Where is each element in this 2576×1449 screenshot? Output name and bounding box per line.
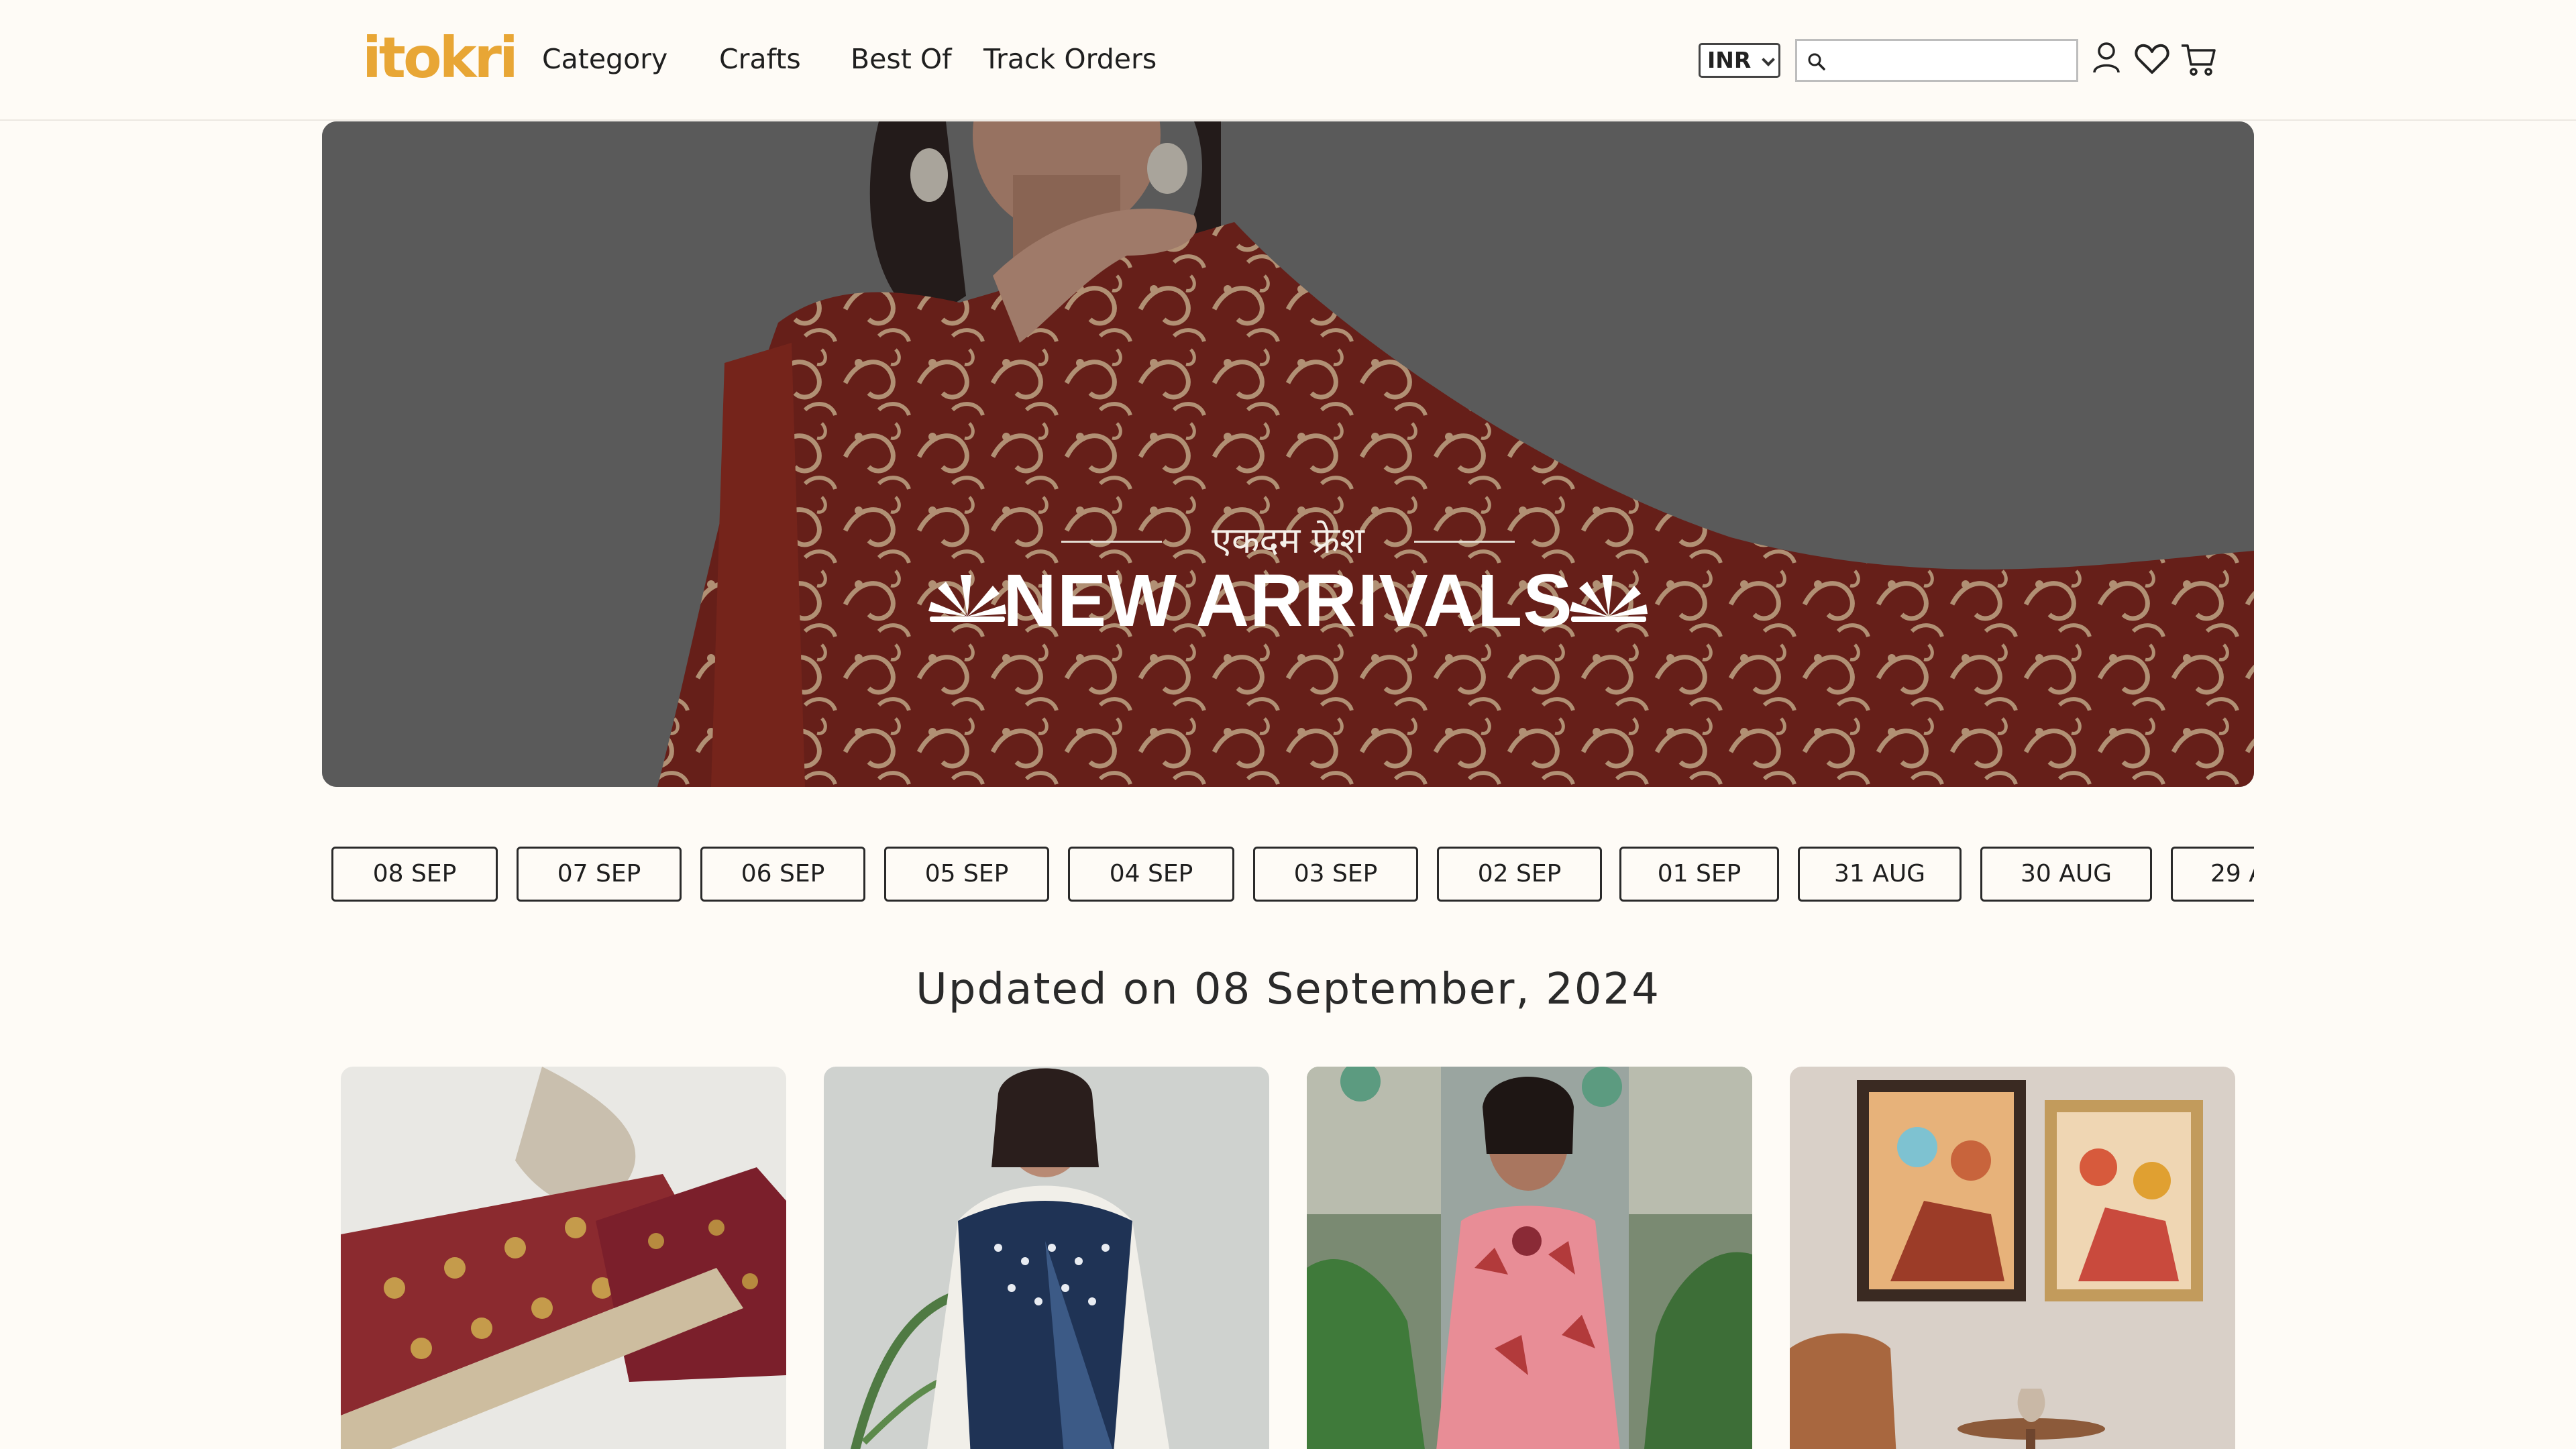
hero-subtitle: एकदम फ्रेश — [1212, 519, 1364, 561]
date-chip[interactable]: 01 SEP — [1619, 847, 1779, 902]
chevron-down-icon — [1762, 53, 1775, 66]
currency-value: INR — [1707, 47, 1752, 73]
product-card[interactable] — [1790, 1067, 2235, 1449]
search-input[interactable] — [1832, 45, 2074, 77]
date-chip[interactable]: 29 AUG — [2171, 847, 2254, 902]
currency-select[interactable]: INR — [1699, 43, 1780, 78]
cart-icon[interactable] — [2179, 39, 2219, 79]
date-chip[interactable]: 30 AUG — [1980, 847, 2152, 902]
product-card[interactable] — [1307, 1067, 1752, 1449]
date-filter-strip[interactable]: 08 SEP 07 SEP 06 SEP 05 SEP 04 SEP 03 SE… — [322, 845, 2254, 903]
date-chip[interactable]: 02 SEP — [1437, 847, 1602, 902]
nav-crafts[interactable]: Crafts — [719, 39, 801, 79]
date-chip[interactable]: 31 AUG — [1798, 847, 1962, 902]
date-chip[interactable]: 07 SEP — [517, 847, 682, 902]
date-chip[interactable]: 06 SEP — [700, 847, 865, 902]
site-header: itokri Category Crafts Best Of Track Ord… — [0, 0, 2576, 121]
date-chip[interactable]: 08 SEP — [331, 847, 498, 902]
product-image-saree — [341, 1067, 786, 1449]
search-icon — [1808, 53, 1825, 70]
updated-date-text: Updated on 08 September, 2024 — [916, 965, 1660, 1014]
product-image-dupatta — [824, 1067, 1269, 1449]
nav-best-of[interactable]: Best Of — [851, 39, 952, 79]
heart-icon[interactable] — [2132, 39, 2172, 79]
date-chip[interactable]: 05 SEP — [884, 847, 1049, 902]
hero-image — [322, 121, 2254, 787]
date-chip[interactable]: 03 SEP — [1253, 847, 1418, 902]
product-image-paintings — [1790, 1067, 2235, 1449]
nav-category[interactable]: Category — [542, 39, 667, 79]
search-box — [1795, 39, 2078, 82]
product-card[interactable] — [341, 1067, 786, 1449]
date-chip[interactable]: 04 SEP — [1068, 847, 1234, 902]
site-logo[interactable]: itokri — [362, 24, 519, 91]
product-image-dress — [1307, 1067, 1752, 1449]
hero-banner[interactable]: एकदम फ्रेश NEW ARRIVALS — [322, 121, 2254, 787]
user-icon[interactable] — [2086, 39, 2127, 79]
burst-icon-right — [1570, 575, 1648, 622]
product-card[interactable] — [824, 1067, 1269, 1449]
hero-title: NEW ARRIVALS — [1003, 559, 1573, 642]
nav-track-orders[interactable]: Track Orders — [983, 39, 1157, 79]
